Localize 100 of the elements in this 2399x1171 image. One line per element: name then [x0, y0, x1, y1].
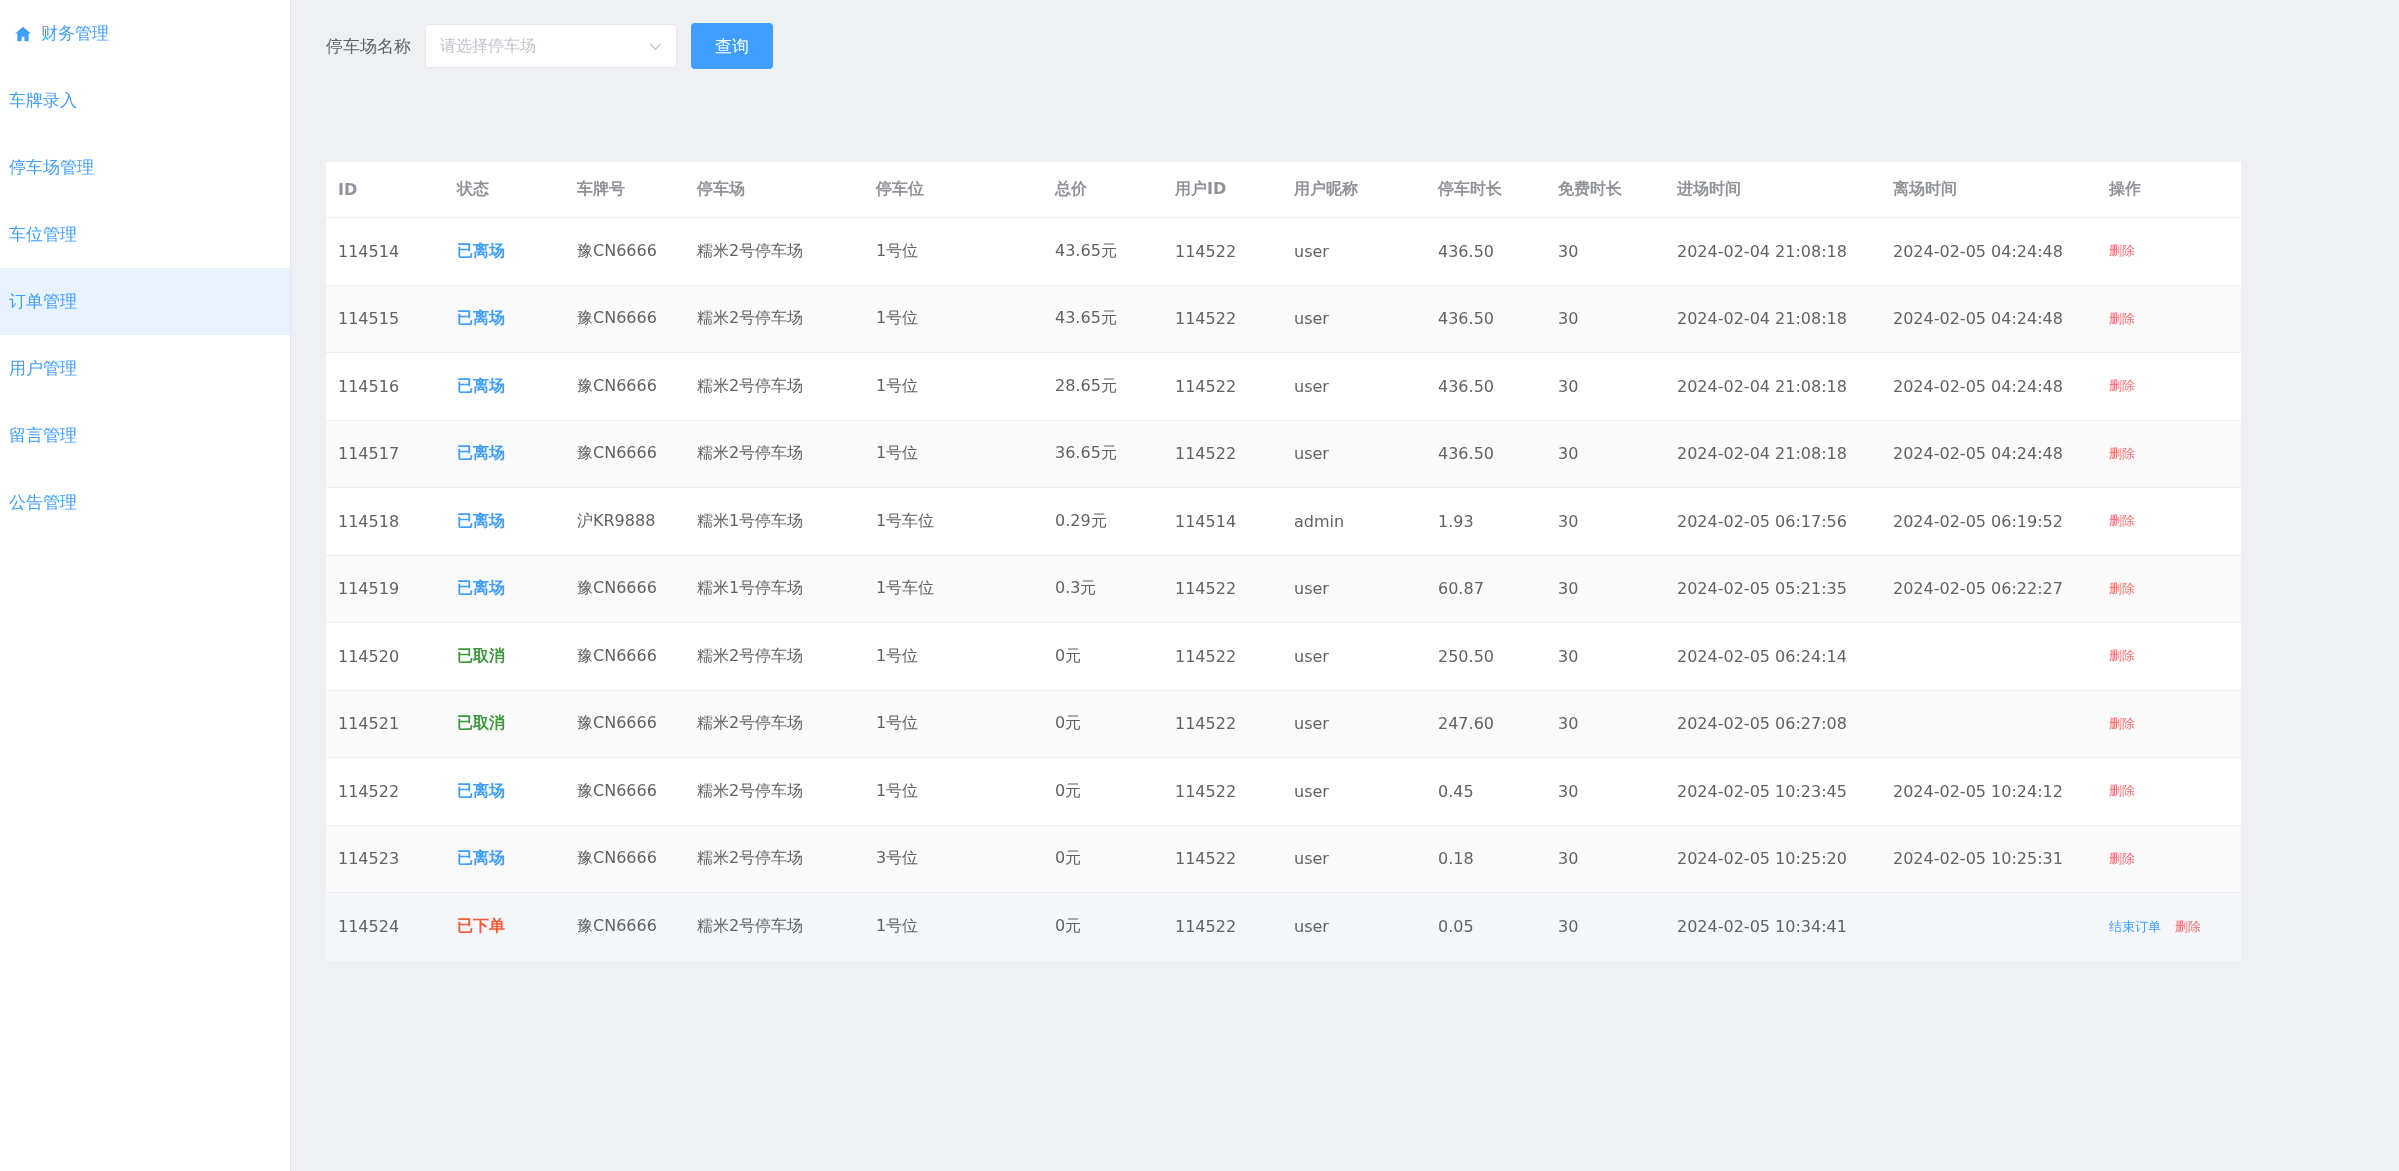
table-cell: 1.93	[1438, 511, 1474, 531]
column-header: 免费时长	[1557, 179, 1623, 200]
sidebar-item[interactable]: 留言管理	[0, 402, 290, 469]
column-header: ID	[337, 180, 359, 199]
status-label: 已离场	[457, 578, 505, 598]
table-cell: 1号位	[876, 308, 919, 328]
table-cell: 1号位	[876, 780, 919, 800]
table-cell: 1号位	[876, 645, 919, 665]
delete-link[interactable]: 删除	[2109, 849, 2135, 868]
column-header: 离场时间	[1892, 179, 1958, 200]
table-cell: 114514	[338, 241, 400, 261]
delete-link[interactable]: 删除	[2109, 242, 2135, 261]
table-cell: 2024-02-05 04:24:48	[1893, 444, 2063, 464]
table-cell: 114522	[1175, 849, 1237, 869]
table-cell: 114514	[1175, 511, 1237, 531]
table-cell: 114522	[1175, 376, 1237, 396]
sidebar-item[interactable]: 财务管理	[0, 0, 290, 67]
table-cell: 250.50	[1438, 646, 1494, 666]
status-label: 已离场	[457, 443, 505, 463]
table-cell: 43.65元	[1055, 240, 1117, 260]
delete-link[interactable]: 删除	[2109, 512, 2135, 531]
table-cell: 3号位	[876, 848, 919, 868]
table-cell: 豫CN6666	[577, 578, 657, 598]
delete-link[interactable]: 删除	[2109, 782, 2135, 801]
home-icon	[14, 24, 32, 43]
table-cell: 糯米2号停车场	[697, 848, 804, 868]
table-cell: 0元	[1055, 645, 1082, 665]
table-cell: 豫CN6666	[577, 443, 657, 463]
filter-label: 停车场名称	[326, 34, 411, 58]
sidebar-item[interactable]: 公告管理	[0, 469, 290, 536]
status-label: 已离场	[457, 240, 505, 260]
table-cell: 0.3元	[1055, 578, 1097, 598]
finish-order-link[interactable]: 结束订单	[2109, 917, 2161, 936]
table-cell: 2024-02-04 21:08:18	[1677, 309, 1847, 329]
table-cell: 30	[1558, 376, 1579, 396]
table-cell: user	[1294, 579, 1329, 599]
column-header: 停车时长	[1436, 179, 1503, 200]
delete-link[interactable]: 删除	[2109, 579, 2135, 598]
sidebar-item[interactable]: 车牌录入	[0, 67, 290, 134]
delete-link[interactable]: 删除	[2109, 714, 2135, 733]
column-header: 停车位	[874, 179, 925, 200]
parking-lot-select[interactable]: 请选择停车场	[425, 24, 677, 68]
delete-link[interactable]: 删除	[2109, 647, 2135, 666]
table-cell: 1号位	[876, 375, 919, 395]
column-header: 操作	[2107, 179, 2142, 200]
table-cell: 30	[1558, 849, 1579, 869]
table-cell: 36.65元	[1055, 443, 1117, 463]
table-cell: 114522	[1175, 714, 1237, 734]
table-cell: 糯米2号停车场	[697, 713, 804, 733]
column-header: 停车场	[695, 179, 746, 200]
table-cell: 2024-02-05 10:34:41	[1677, 917, 1847, 937]
delete-link[interactable]: 删除	[2109, 309, 2135, 328]
search-button[interactable]: 查询	[691, 23, 773, 69]
table-cell: 2024-02-05 04:24:48	[1893, 309, 2063, 329]
table-cell: 2024-02-05 10:24:12	[1893, 781, 2063, 801]
table-cell: 114522	[338, 781, 400, 801]
table-cell: 豫CN6666	[577, 645, 657, 665]
column-header: 用户ID	[1174, 179, 1228, 200]
column-header: 进场时间	[1676, 179, 1742, 200]
sidebar-item[interactable]: 用户管理	[0, 335, 290, 402]
table-cell: 30	[1558, 781, 1579, 801]
table-cell: 114522	[1175, 579, 1237, 599]
table-cell: admin	[1294, 511, 1345, 531]
table-cell: 2024-02-04 21:08:18	[1677, 444, 1847, 464]
table-cell: 1号车位	[876, 510, 935, 530]
status-label: 已离场	[457, 308, 505, 328]
table-cell: 糯米2号停车场	[697, 443, 804, 463]
table-cell: 30	[1558, 444, 1579, 464]
table-cell: 1号车位	[876, 578, 935, 598]
sidebar-item[interactable]: 订单管理	[0, 268, 290, 335]
delete-link[interactable]: 删除	[2175, 917, 2201, 936]
table-cell: 豫CN6666	[577, 780, 657, 800]
table-cell: 436.50	[1438, 309, 1494, 329]
table-cell: user	[1294, 849, 1329, 869]
table-cell: user	[1294, 781, 1329, 801]
table-cell: 糯米2号停车场	[697, 375, 804, 395]
table-cell: 2024-02-04 21:08:18	[1677, 241, 1847, 261]
table-cell: 114522	[1175, 917, 1237, 937]
table-cell: 114522	[1175, 444, 1237, 464]
table-cell: user	[1294, 444, 1329, 464]
table-cell: 28.65元	[1055, 375, 1117, 395]
table-cell: 豫CN6666	[577, 848, 657, 868]
table-cell: 2024-02-05 10:25:31	[1893, 849, 2063, 869]
sidebar-item[interactable]: 车位管理	[0, 201, 290, 268]
table-cell: 0.29元	[1055, 510, 1107, 530]
status-label: 已取消	[457, 645, 505, 665]
delete-link[interactable]: 删除	[2109, 444, 2135, 463]
table-cell: user	[1294, 309, 1329, 329]
table-cell: 0.18	[1438, 849, 1474, 869]
table-cell: 30	[1558, 917, 1579, 937]
chevron-down-icon	[649, 41, 662, 51]
table-cell: 1号位	[876, 443, 919, 463]
table-cell: 30	[1558, 511, 1579, 531]
table-cell: 436.50	[1438, 241, 1494, 261]
status-label: 已下单	[457, 916, 505, 936]
table-cell: 糯米2号停车场	[697, 308, 804, 328]
status-label: 已离场	[457, 848, 505, 868]
delete-link[interactable]: 删除	[2109, 377, 2135, 396]
table-cell: 豫CN6666	[577, 240, 657, 260]
sidebar-item[interactable]: 停车场管理	[0, 134, 290, 201]
